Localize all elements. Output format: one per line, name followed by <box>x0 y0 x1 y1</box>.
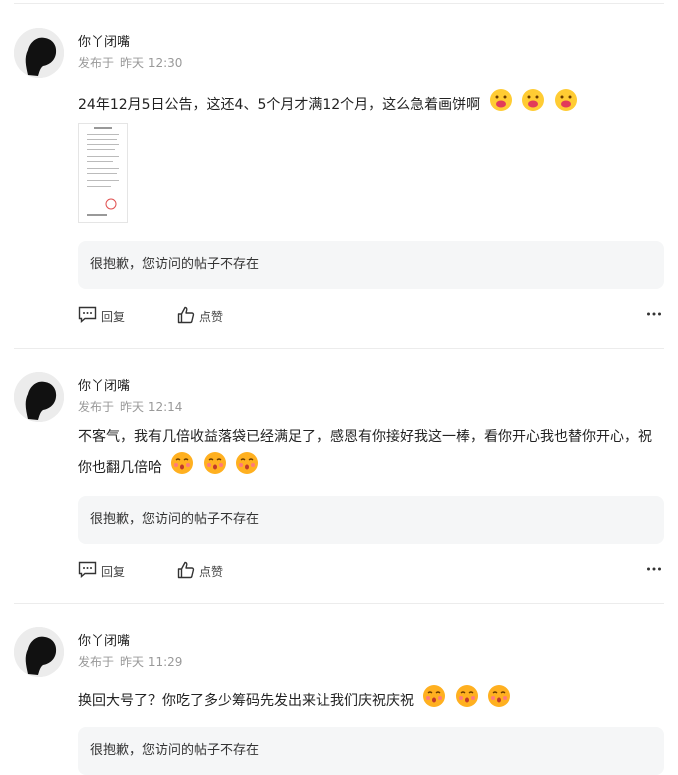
post-meta: 发布于 昨天 12:30 <box>78 54 188 71</box>
post-actions: 回复 点赞 <box>78 306 664 326</box>
document-image[interactable] <box>78 123 128 223</box>
drooling-face-icon <box>489 88 513 122</box>
comment-icon <box>78 561 97 581</box>
drooling-face-icon <box>554 88 578 122</box>
drooling-face-icon <box>521 88 545 122</box>
avatar[interactable] <box>14 627 64 677</box>
post-time: 昨天 12:30 <box>120 56 183 70</box>
post-content: 换回大号了？你吃了多少筹码先发出来让我们庆祝庆祝 <box>78 684 664 718</box>
post-content: 不客气，我有几倍收益落袋已经满足了，感恩有你接好我这一棒，看你开心我也替你开心，… <box>78 424 664 485</box>
like-label: 点赞 <box>199 310 224 324</box>
thumbs-up-icon <box>177 306 195 327</box>
thumbs-up-icon <box>177 561 195 582</box>
post-divider <box>14 348 664 349</box>
post-time: 昨天 11:29 <box>120 655 183 669</box>
post-text: 不客气，我有几倍收益落袋已经满足了，感恩有你接好我这一棒，看你开心我也替你开心，… <box>78 429 652 476</box>
reply-label: 回复 <box>101 564 126 579</box>
post-divider <box>14 603 664 604</box>
post-time: 昨天 12:14 <box>120 400 183 414</box>
author-name[interactable]: 你丫闭嘴 <box>78 630 130 649</box>
kiss-face-icon <box>422 684 446 718</box>
author-name[interactable]: 你丫闭嘴 <box>78 31 130 50</box>
more-options-icon[interactable] <box>646 306 662 325</box>
avatar[interactable] <box>14 28 64 78</box>
reply-button[interactable]: 回复 <box>78 561 125 581</box>
quoted-post[interactable]: 很抱歉，您访问的帖子不存在 <box>78 241 664 289</box>
quoted-post[interactable]: 很抱歉，您访问的帖子不存在 <box>78 496 664 544</box>
quoted-post[interactable]: 很抱歉，您访问的帖子不存在 <box>78 727 664 775</box>
like-button[interactable]: 点赞 <box>177 561 223 582</box>
post-divider <box>14 3 664 4</box>
post-meta: 发布于 昨天 11:29 <box>78 653 188 670</box>
published-label: 发布于 <box>78 56 115 70</box>
like-label: 点赞 <box>199 565 224 579</box>
author-name[interactable]: 你丫闭嘴 <box>78 375 130 394</box>
post-actions: 回复 点赞 <box>78 561 664 581</box>
post-text: 24年12月5日公告，这还4、5个月才满12个月，这么急着画饼啊 <box>78 97 481 113</box>
published-label: 发布于 <box>78 655 115 669</box>
kiss-face-icon <box>455 684 479 718</box>
comment-icon <box>78 306 97 326</box>
post-content: 24年12月5日公告，这还4、5个月才满12个月，这么急着画饼啊 <box>78 88 664 122</box>
reply-label: 回复 <box>101 309 126 324</box>
kiss-face-icon <box>170 451 194 485</box>
kiss-face-icon <box>487 684 511 718</box>
avatar[interactable] <box>14 372 64 422</box>
kiss-face-icon <box>203 451 227 485</box>
like-button[interactable]: 点赞 <box>177 306 223 327</box>
post-meta: 发布于 昨天 12:14 <box>78 398 188 415</box>
published-label: 发布于 <box>78 400 115 414</box>
reply-button[interactable]: 回复 <box>78 306 125 326</box>
post-text: 换回大号了？你吃了多少筹码先发出来让我们庆祝庆祝 <box>78 693 414 709</box>
more-options-icon[interactable] <box>646 561 662 580</box>
kiss-face-icon <box>235 451 259 485</box>
